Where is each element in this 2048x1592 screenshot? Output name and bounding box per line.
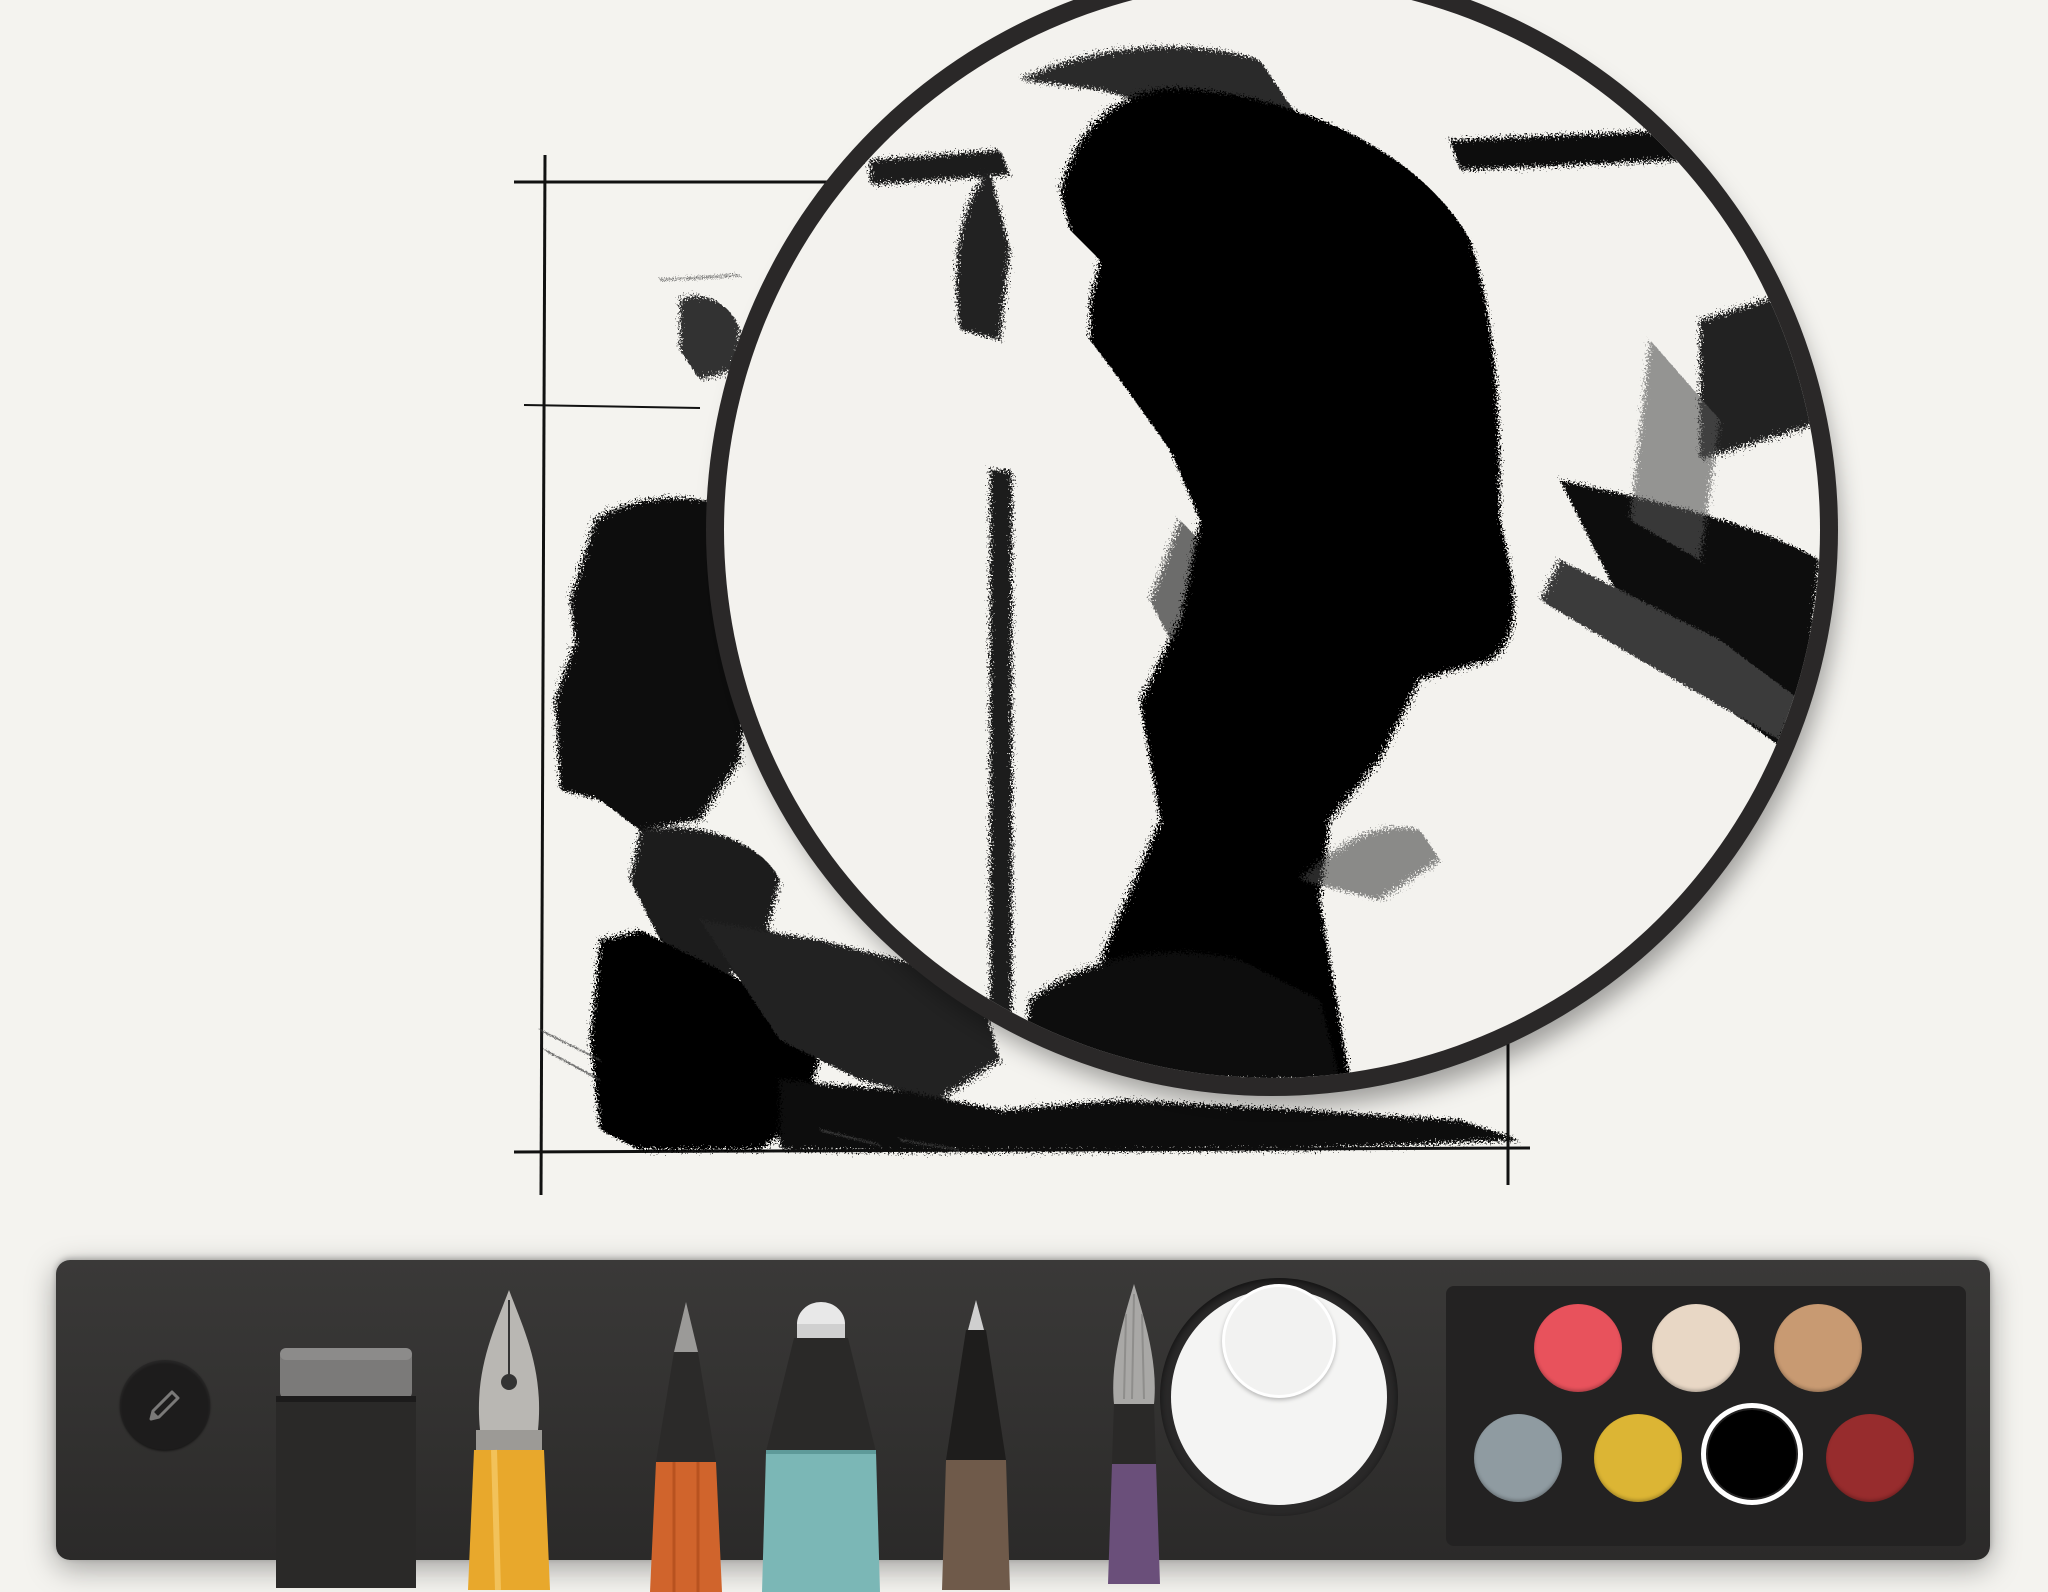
color-picker-handle[interactable] (1222, 1284, 1336, 1398)
swatch-cream[interactable] (1652, 1304, 1740, 1392)
eraser-tool[interactable] (276, 1348, 416, 1588)
zoom-loupe (706, 0, 1838, 1096)
fine-pen-tool[interactable] (936, 1300, 1016, 1590)
brush-tool[interactable] (1094, 1284, 1174, 1584)
swatch-black[interactable] (1701, 1403, 1803, 1505)
swatch-mustard[interactable] (1594, 1414, 1682, 1502)
color-mixer[interactable] (1160, 1278, 1398, 1516)
swatch-dark-red[interactable] (1826, 1414, 1914, 1502)
fountain-pen-tool[interactable] (464, 1290, 554, 1590)
pencil-tool[interactable] (646, 1302, 726, 1592)
marker-tool[interactable] (756, 1302, 886, 1592)
tool-tray (56, 1260, 1990, 1592)
swatch-tan[interactable] (1774, 1304, 1862, 1392)
edit-button[interactable] (120, 1360, 210, 1450)
pencil-icon (149, 1390, 180, 1421)
swatch-red[interactable] (1534, 1304, 1622, 1392)
color-palette (1446, 1286, 1966, 1546)
swatch-gray-blue[interactable] (1474, 1414, 1562, 1502)
